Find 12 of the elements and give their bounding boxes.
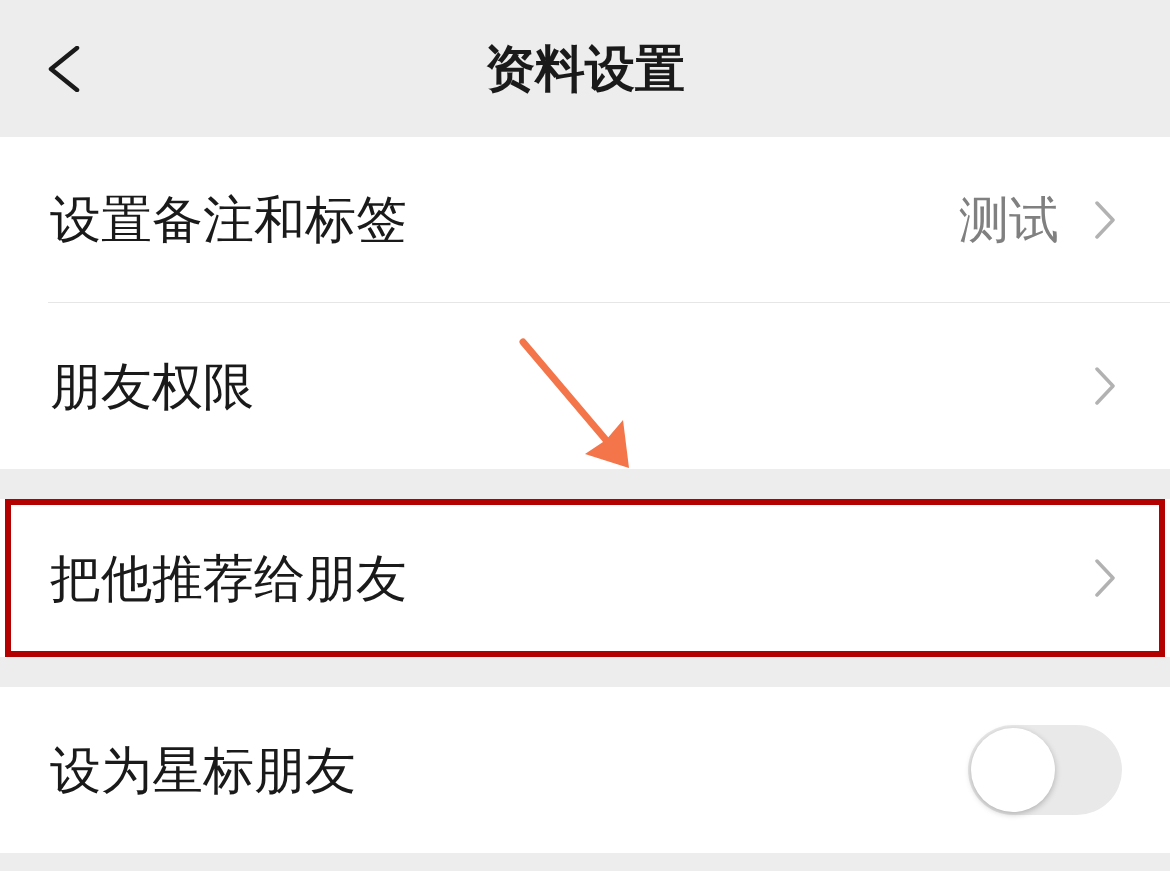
row-label: 朋友权限: [50, 360, 254, 412]
row-label: 设为星标朋友: [50, 744, 356, 796]
settings-row[interactable]: 把他推荐给朋友: [5, 499, 1165, 657]
row-value: 测试: [959, 194, 1059, 245]
page-title: 资料设置: [485, 43, 685, 94]
row-label: 把他推荐给朋友: [50, 552, 407, 604]
chevron-icon: [1095, 559, 1115, 597]
back-button[interactable]: [48, 45, 80, 92]
row-label: 设置备注和标签: [50, 194, 407, 245]
chevron-icon: [1095, 367, 1115, 405]
chevron-icon: [1095, 200, 1115, 239]
back-icon: [48, 45, 80, 92]
